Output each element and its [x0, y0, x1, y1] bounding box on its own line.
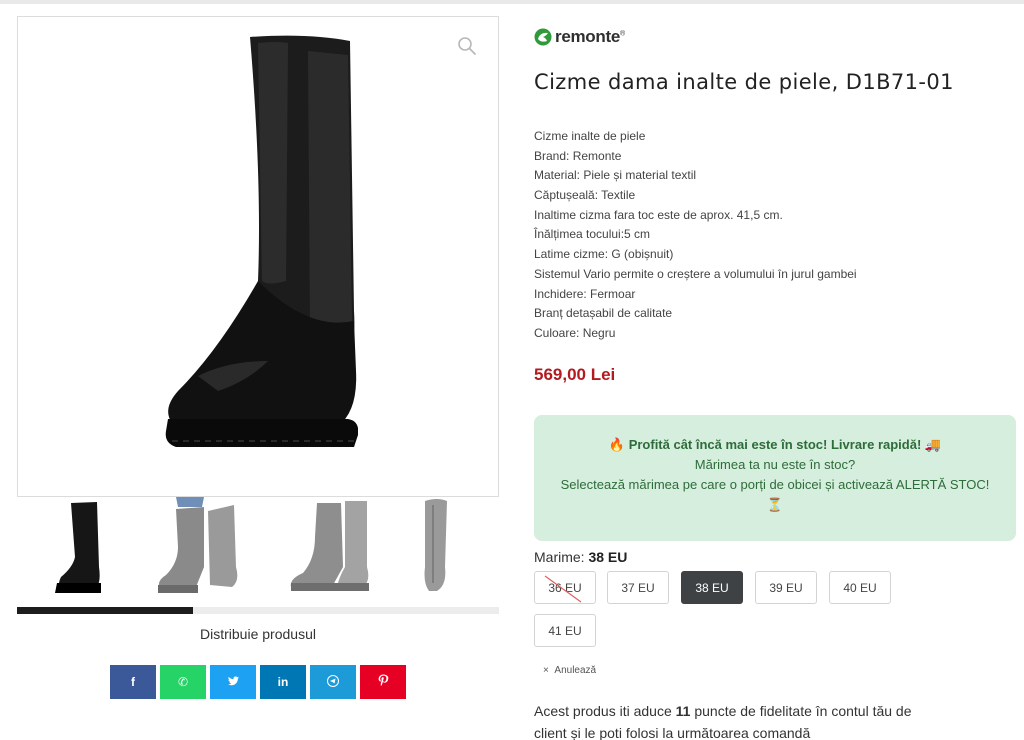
telegram-share-button[interactable] — [310, 665, 356, 699]
product-price: 569,00 Lei — [534, 365, 616, 384]
whatsapp-share-button[interactable]: ✆ — [160, 665, 206, 699]
size-option-37[interactable]: 37 EU — [607, 571, 669, 604]
brand-logo[interactable]: remonte® — [534, 26, 625, 48]
gallery-progress-bar[interactable] — [17, 607, 499, 614]
whatsapp-icon: ✆ — [177, 675, 189, 689]
spec-item: Brand: Remonte — [534, 148, 622, 163]
truck-icon: 🚚 — [924, 437, 942, 452]
close-icon: × — [543, 665, 549, 676]
spec-item: Cizme inalte de piele — [534, 129, 646, 143]
spec-item: Material: Piele și material textil — [534, 168, 697, 183]
stock-question: Mărimea ta nu este în stoc? — [694, 457, 856, 472]
pinterest-icon — [378, 674, 389, 690]
spec-item: Inchidere: Fermoar — [534, 286, 636, 301]
twitter-icon — [227, 675, 239, 689]
thumbnail-strip — [17, 497, 499, 601]
size-option-39[interactable]: 39 EU — [755, 571, 817, 604]
spec-item: Branț detașabil de calitate — [534, 306, 673, 321]
pinterest-share-button[interactable] — [360, 665, 406, 699]
stock-alert-box: 🔥 Profită cât încă mai este în stoc! Liv… — [534, 415, 1016, 541]
brand-name: remonte® — [555, 27, 625, 46]
stock-headline: 🔥 Profită cât încă mai este în stoc! Liv… — [608, 437, 942, 452]
facebook-icon: f — [131, 675, 135, 689]
selected-size: 38 EU — [588, 549, 628, 565]
hourglass-icon: ⏳ — [766, 497, 784, 512]
product-specs: Cizme inalte de piele Brand: Remonte Mat… — [534, 127, 857, 344]
spec-item: Sistemul Vario permite o creștere a volu… — [534, 266, 857, 281]
thumbnail-2[interactable] — [152, 497, 272, 601]
product-main-image[interactable] — [17, 16, 499, 497]
gallery-progress-fill — [17, 607, 193, 614]
linkedin-share-button[interactable]: in — [260, 665, 306, 699]
brand-leaf-icon — [534, 28, 552, 46]
product-title: Cizme dama inalte de piele, D1B71-01 — [534, 70, 954, 94]
size-option-40[interactable]: 40 EU — [829, 571, 891, 604]
top-border — [0, 0, 1024, 4]
thumbnail-3[interactable] — [287, 497, 407, 601]
spec-item: Căptușeală: Textile — [534, 188, 636, 203]
boot-image — [165, 35, 358, 447]
spec-item: Latime cizme: G (obișnuit) — [534, 247, 674, 262]
size-option-36-unavailable[interactable]: 36 EU — [534, 571, 596, 604]
linkedin-icon: in — [277, 675, 289, 689]
search-icon[interactable] — [456, 35, 478, 57]
facebook-share-button[interactable]: f — [110, 665, 156, 699]
loyalty-points-text: Acest produs iti aduce 11 puncte de fide… — [534, 703, 912, 740]
size-option-38-selected[interactable]: 38 EU — [681, 571, 743, 604]
spec-item: Inaltime cizma fara toc este de aprox. 4… — [534, 207, 783, 222]
share-buttons: f ✆ in — [110, 665, 406, 699]
stock-instruction: Selectează mărimea pe care o porți de ob… — [560, 477, 990, 512]
fire-icon: 🔥 — [608, 437, 626, 452]
share-label: Distribuie produsul — [200, 626, 316, 642]
loyalty-points: 11 — [675, 703, 691, 719]
size-option-41[interactable]: 41 EU — [534, 614, 596, 647]
thumbnail-4[interactable] — [397, 497, 517, 601]
strikethrough-icon — [544, 575, 582, 603]
reset-selection-link[interactable]: × Anulează — [543, 665, 596, 676]
spec-item: Culoare: Negru — [534, 325, 616, 340]
spec-item: Înălțimea tocului:5 cm — [534, 227, 651, 242]
telegram-icon — [327, 674, 339, 690]
size-label: Marime: 38 EU — [534, 549, 628, 565]
thumbnail-1[interactable] — [17, 497, 137, 601]
twitter-share-button[interactable] — [210, 665, 256, 699]
